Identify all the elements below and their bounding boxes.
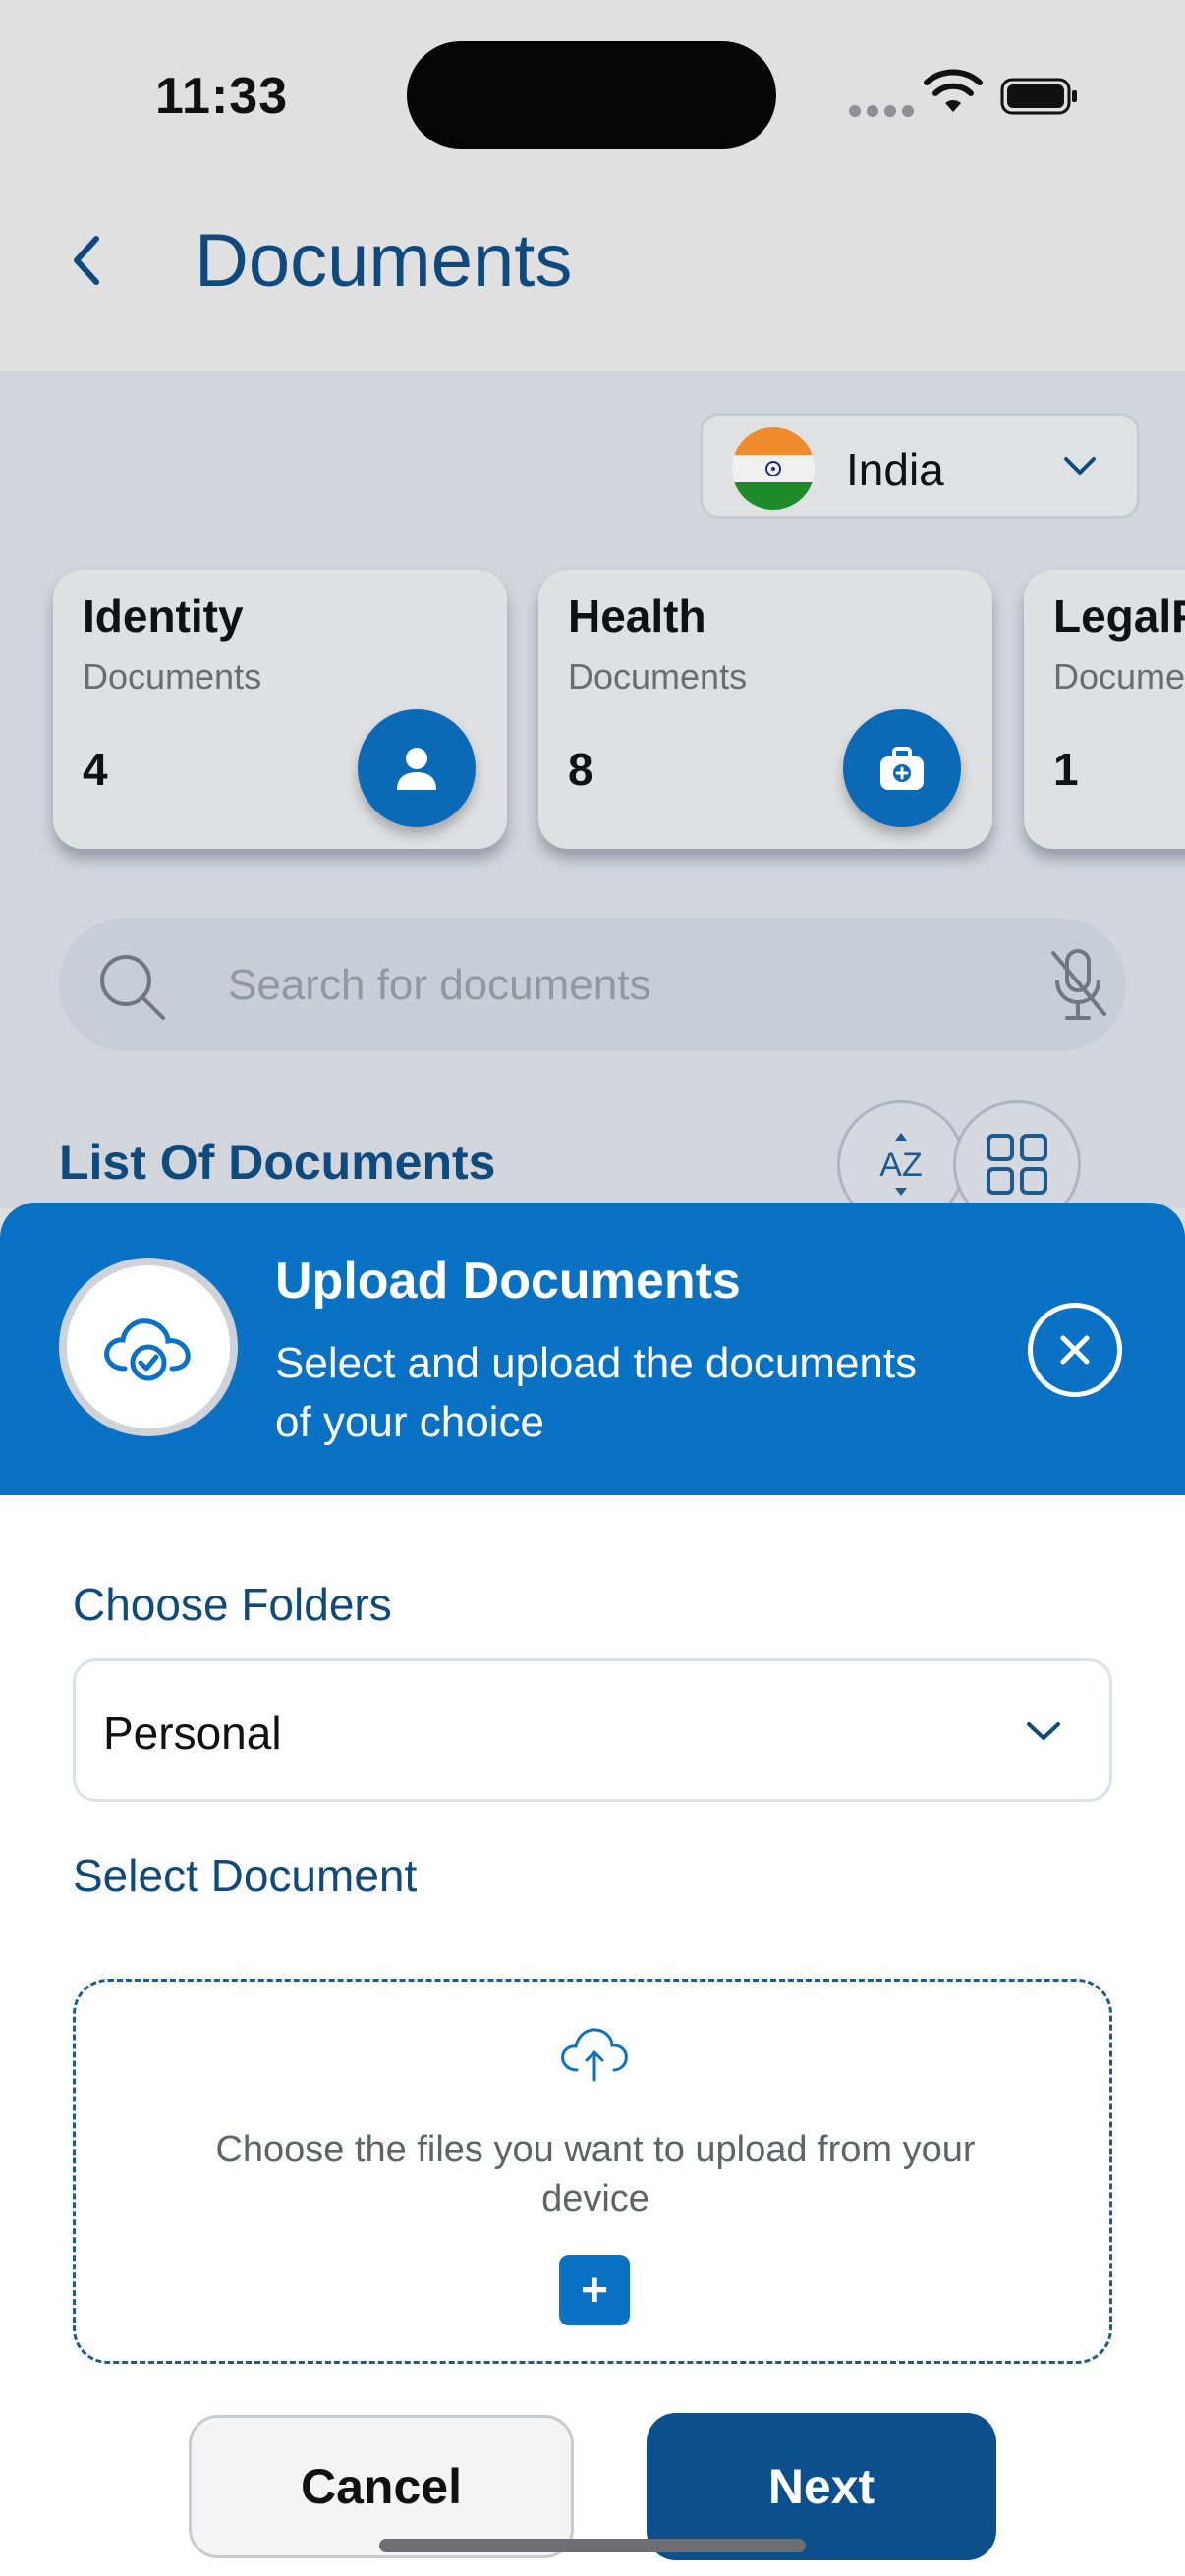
dynamic-island <box>407 41 776 149</box>
grid-view-button[interactable] <box>953 1100 1081 1208</box>
close-icon <box>1060 1335 1090 1365</box>
choose-folders-label: Choose Folders <box>73 1579 392 1630</box>
top-bar: Documents <box>0 196 1185 371</box>
sheet-header: Upload Documents Select and upload the d… <box>0 1203 1185 1495</box>
medical-kit-icon <box>843 709 961 827</box>
india-flag-icon <box>732 427 815 510</box>
documents-content: India Identity Documents 4 Health Docume… <box>0 371 1185 1208</box>
chevron-down-icon <box>1064 457 1096 475</box>
category-title: Health <box>568 590 706 642</box>
add-file-button[interactable]: + <box>559 2255 630 2325</box>
battery-icon <box>1000 78 1077 115</box>
search-input[interactable] <box>228 951 1014 1020</box>
person-icon <box>358 709 476 827</box>
category-card-legal[interactable]: LegalF Docume 1 <box>1024 570 1185 849</box>
sort-az-button[interactable]: AZ <box>837 1100 965 1208</box>
home-indicator <box>379 2539 806 2552</box>
country-selector[interactable]: India <box>700 413 1140 519</box>
category-subtitle: Docume <box>1053 656 1185 697</box>
category-count: 4 <box>83 744 108 795</box>
grid-icon <box>987 1134 1047 1195</box>
search-icon <box>100 955 165 1020</box>
category-subtitle: Documents <box>83 656 262 697</box>
category-card-health[interactable]: Health Documents 8 <box>538 570 992 849</box>
sheet-description: Select and upload the documents of your … <box>275 1339 918 1446</box>
back-button[interactable] <box>61 228 110 293</box>
cloud-check-icon <box>59 1258 238 1436</box>
dropzone-text: Choose the files you want to upload from… <box>215 2129 976 2219</box>
mic-off-icon[interactable] <box>1044 945 1112 1024</box>
category-title: LegalF <box>1053 590 1185 642</box>
category-subtitle: Documents <box>568 656 748 697</box>
sheet-title: Upload Documents <box>275 1253 741 1310</box>
chevron-left-icon <box>74 236 99 285</box>
status-bar: 11:33 <box>0 0 1185 196</box>
list-title: List Of Documents <box>59 1135 496 1190</box>
cloud-upload-icon <box>561 2028 628 2082</box>
close-button[interactable] <box>1028 1303 1122 1397</box>
status-time: 11:33 <box>155 68 289 125</box>
upload-documents-sheet: Upload Documents Select and upload the d… <box>0 1203 1185 2576</box>
page-title: Documents <box>195 219 573 303</box>
category-count: 8 <box>568 744 593 795</box>
category-card-identity[interactable]: Identity Documents 4 <box>53 570 507 849</box>
category-title: Identity <box>83 590 244 642</box>
signal-dots-icon <box>849 104 920 122</box>
wifi-icon <box>924 69 983 112</box>
cancel-button[interactable]: Cancel <box>189 2415 574 2558</box>
search-bar <box>59 918 1126 1051</box>
category-count: 1 <box>1053 744 1079 795</box>
file-dropzone[interactable]: Choose the files you want to upload from… <box>73 1979 1112 2364</box>
country-label: India <box>846 444 944 495</box>
folder-value: Personal <box>103 1708 282 1759</box>
folder-select[interactable]: Personal <box>73 1658 1112 1802</box>
chevron-down-icon <box>1027 1722 1060 1740</box>
select-document-label: Select Document <box>73 1850 418 1901</box>
svg-text:AZ: AZ <box>879 1147 922 1184</box>
sort-az-icon: AZ <box>879 1133 923 1196</box>
